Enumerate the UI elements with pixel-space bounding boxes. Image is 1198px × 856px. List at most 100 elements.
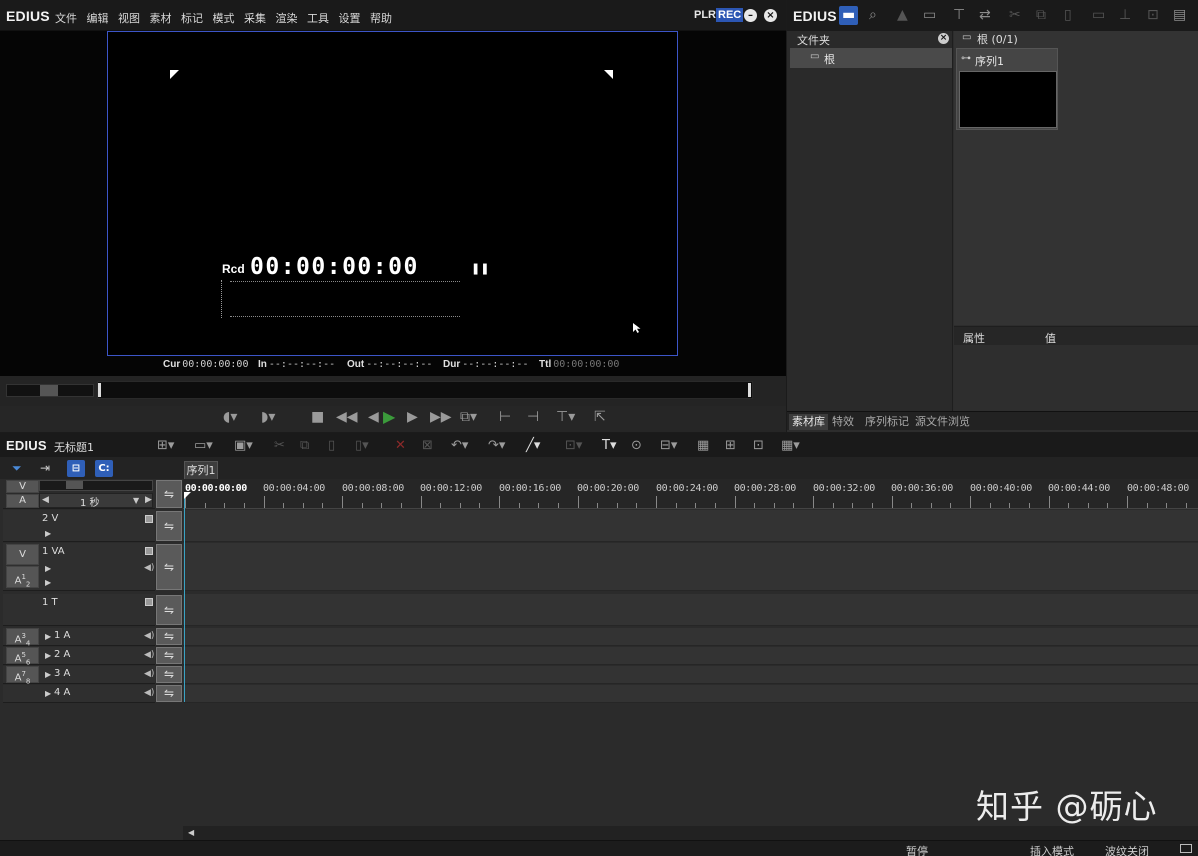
expand-icon[interactable]: ▶ — [45, 670, 51, 679]
speaker-icon[interactable]: ◀) — [144, 669, 154, 679]
voice-over-icon[interactable]: ⊙ — [631, 438, 642, 453]
timeline-cursor[interactable] — [184, 494, 185, 702]
export-icon[interactable]: ⊟▾ — [660, 438, 677, 453]
channel-patch-v[interactable]: V — [6, 544, 39, 565]
step-back-icon[interactable]: ◀ — [368, 409, 379, 425]
sync-lock-icon[interactable]: ⇋ — [156, 544, 182, 590]
copy-icon[interactable]: ⧉ — [300, 438, 309, 453]
redo-icon[interactable]: ↷▾ — [488, 438, 505, 453]
speaker-icon[interactable]: ◀) — [144, 631, 154, 641]
lane-1t[interactable] — [183, 594, 1198, 626]
add-to-timeline-icon[interactable]: ⊥ — [1119, 7, 1131, 23]
magnet-icon[interactable]: C: — [95, 460, 113, 477]
track-mode-icon[interactable]: ⏷ — [12, 461, 22, 476]
expand-icon[interactable]: ▶ — [45, 632, 51, 641]
track-2a[interactable]: A56 ▶ 2 A ◀) — [3, 647, 155, 666]
video-mute-icon[interactable] — [145, 598, 153, 606]
play-icon[interactable]: ▶ — [383, 407, 395, 426]
plr-mode-button[interactable]: PLR — [694, 9, 716, 21]
menu-edit[interactable]: 编辑 — [87, 10, 109, 26]
replace-clip-icon[interactable]: ⇄ — [979, 7, 991, 23]
value-column-header[interactable]: 值 — [1045, 330, 1056, 346]
zoom-knob[interactable] — [66, 481, 83, 489]
mixer-icon[interactable]: ⊞ — [725, 438, 736, 453]
track-1a[interactable]: A34 ▶ 1 A ◀) — [3, 628, 155, 647]
expand-icon[interactable]: ▶ — [45, 578, 51, 587]
close-icon[interactable]: × — [938, 33, 949, 44]
tab-bin[interactable]: 素材库 — [789, 414, 828, 430]
chevron-down-icon[interactable]: ▼ — [133, 496, 139, 505]
copy-icon[interactable]: ⧉ — [1036, 7, 1046, 23]
prev-edit-icon[interactable]: ⊢ — [499, 409, 511, 425]
set-in-point-icon[interactable]: ◖▾ — [223, 409, 237, 425]
export-icon[interactable]: ⇱ — [594, 409, 606, 425]
paste-icon[interactable]: ▯ — [1064, 7, 1072, 23]
recorder-monitor[interactable] — [107, 31, 678, 356]
undo-icon[interactable]: ↶▾ — [451, 438, 468, 453]
menu-mode[interactable]: 模式 — [213, 10, 235, 26]
menu-render[interactable]: 渲染 — [276, 10, 298, 26]
stop-icon[interactable]: ■ — [311, 409, 324, 425]
chevron-right-icon[interactable]: ▶ — [145, 495, 152, 505]
lane-3a[interactable] — [183, 666, 1198, 684]
snapshot-icon[interactable]: ⊡ — [753, 438, 764, 453]
search-icon[interactable]: ⌕ — [869, 7, 877, 23]
sync-lock-icon[interactable]: ⇋ — [156, 595, 182, 625]
set-out-point-icon[interactable]: ◗▾ — [261, 409, 275, 425]
minimize-icon[interactable]: – — [744, 9, 757, 22]
channel-patch-a[interactable]: A56 — [6, 647, 39, 666]
position-end-handle[interactable] — [748, 383, 751, 397]
tab-source-browser[interactable]: 源文件浏览 — [912, 414, 973, 430]
menu-file[interactable]: 文件 — [55, 10, 77, 26]
clip-thumbnail[interactable] — [959, 71, 1057, 128]
save-icon[interactable]: ▣▾ — [234, 438, 253, 453]
rewind-icon[interactable]: ◀◀ — [336, 409, 358, 425]
up-folder-icon[interactable]: ▲ — [897, 7, 908, 23]
paste-insert-icon[interactable]: ▯▾ — [355, 438, 369, 453]
status-insert-mode[interactable]: 插入模式 — [1030, 843, 1074, 856]
property-column-header[interactable]: 属性 — [963, 330, 985, 346]
position-start-handle[interactable] — [98, 383, 101, 397]
tab-sequence[interactable]: 序列1 — [184, 461, 218, 479]
source-patch-a[interactable]: A — [6, 494, 39, 508]
timeline-zoom-slider[interactable] — [39, 480, 153, 491]
ripple-delete-icon[interactable]: ⊠ — [422, 438, 433, 453]
tab-effects[interactable]: 特效 — [829, 414, 857, 430]
ripple-mode-icon[interactable]: ⇥ — [40, 461, 50, 475]
next-edit-icon[interactable]: ⊣ — [527, 409, 539, 425]
channel-patch-a[interactable]: A34 — [6, 628, 39, 647]
folder-root-item[interactable]: ▭ 根 — [790, 48, 952, 68]
track-2v[interactable]: 2 V ▶ — [3, 510, 155, 542]
video-mute-icon[interactable] — [145, 515, 153, 523]
status-ripple[interactable]: 波纹关闭 — [1105, 843, 1149, 856]
effect-icon[interactable]: ⊡▾ — [565, 438, 582, 453]
rec-mode-button[interactable]: REC — [716, 8, 744, 22]
add-clip-icon[interactable]: ⊤ — [953, 7, 965, 23]
sync-lock-icon[interactable]: ⇋ — [156, 666, 182, 683]
lane-1va[interactable] — [183, 543, 1198, 591]
multicam-icon[interactable]: ▦ — [697, 438, 709, 453]
horizontal-scrollbar[interactable] — [183, 826, 1198, 840]
fast-forward-icon[interactable]: ▶▶ — [430, 409, 452, 425]
cut-icon[interactable]: ✂ — [274, 438, 285, 453]
delete-icon[interactable]: ✕ — [395, 438, 406, 453]
open-project-icon[interactable]: ▭▾ — [194, 438, 213, 453]
video-mute-icon[interactable] — [145, 547, 153, 555]
speaker-icon[interactable]: ◀) — [144, 563, 154, 573]
chevron-left-icon[interactable]: ◀ — [42, 495, 49, 505]
properties-icon[interactable]: ▤ — [1173, 7, 1186, 23]
paste-icon[interactable]: ▯ — [328, 438, 335, 453]
channel-patch-a[interactable]: A78 — [6, 666, 39, 685]
sequence-settings-icon[interactable]: ⊞▾ — [157, 438, 174, 453]
speaker-icon[interactable]: ◀) — [144, 650, 154, 660]
source-patch-v[interactable]: V — [6, 480, 39, 493]
track-1t[interactable]: 1 T — [3, 594, 155, 626]
delete-icon[interactable]: ⊡ — [1147, 7, 1159, 23]
menu-view[interactable]: 视图 — [118, 10, 140, 26]
insert-to-timeline-icon[interactable]: ⊤▾ — [556, 409, 575, 425]
sync-lock-icon[interactable]: ⇋ — [156, 480, 182, 508]
layout-icon[interactable]: ▦▾ — [781, 438, 800, 453]
set-mode-icon[interactable]: ╱▾ — [526, 438, 540, 453]
sync-lock-icon[interactable]: ⇋ — [156, 685, 182, 702]
sync-lock-icon[interactable]: ⇋ — [156, 628, 182, 645]
